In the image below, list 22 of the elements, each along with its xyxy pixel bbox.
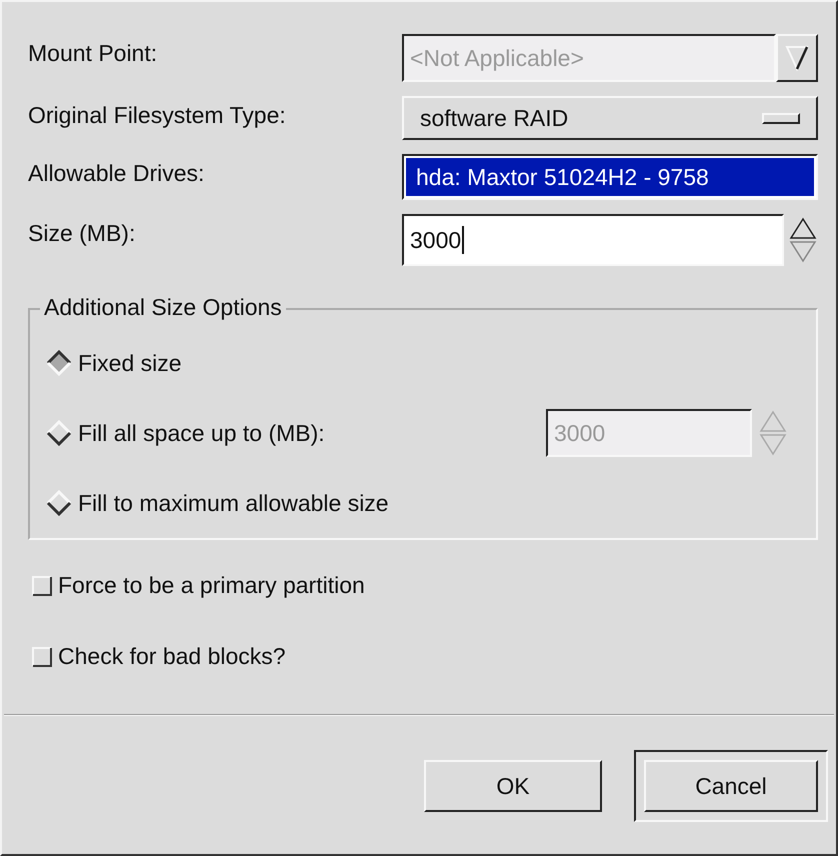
- field-label: Original Filesystem Type:: [28, 101, 287, 129]
- checkbox-label: Force to be a primary partition: [58, 572, 365, 599]
- radio-button[interactable]: [46, 350, 72, 376]
- field-label: Mount Point:: [28, 39, 158, 67]
- radio-label: Fill all space up to (MB):: [78, 420, 326, 446]
- spin-buttons[interactable]: [788, 215, 818, 265]
- radio-button[interactable]: [46, 420, 72, 446]
- down-triangle-icon: [785, 44, 809, 72]
- field-label: Allowable Drives:: [28, 159, 206, 187]
- cancel-button[interactable]: Cancel: [644, 760, 818, 812]
- checkbox[interactable]: [32, 646, 52, 666]
- radio-button[interactable]: [46, 490, 72, 516]
- size-field[interactable]: 3000: [402, 214, 784, 266]
- checkbox[interactable]: [32, 576, 52, 596]
- ok-button[interactable]: OK: [424, 760, 602, 812]
- field-label: Size (MB):: [28, 219, 136, 247]
- dropdown-button[interactable]: [776, 34, 818, 82]
- drive-list-item[interactable]: hda: Maxtor 51024H2 - 9758: [406, 158, 814, 196]
- radio-label: Fill to maximum allowable size: [78, 490, 390, 516]
- radio-label: Fixed size: [78, 350, 183, 376]
- filesystem-type-menu[interactable]: software RAID: [402, 96, 818, 140]
- checkbox-label: Check for bad blocks?: [58, 643, 286, 670]
